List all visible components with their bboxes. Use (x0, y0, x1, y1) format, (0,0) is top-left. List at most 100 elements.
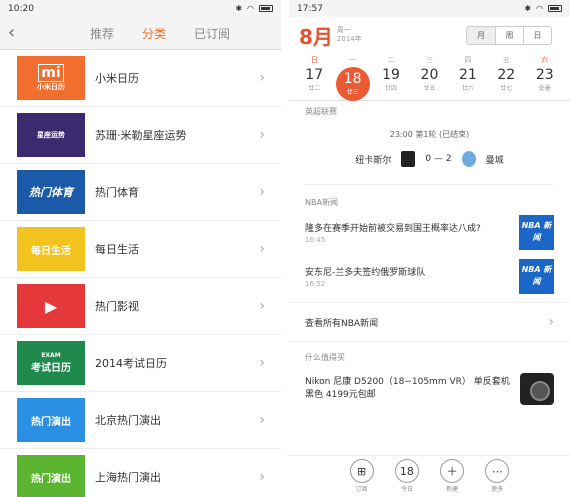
category-label: 每日生活 (95, 243, 139, 256)
view-month-button[interactable]: 月 (467, 27, 495, 44)
tab-recommend[interactable]: 推荐 (90, 25, 114, 42)
news-text: 安东尼-兰多夫签约俄罗斯球队 16:52 (305, 265, 519, 288)
date-day: 19 (382, 67, 400, 83)
thumb-text: 每日生活 (31, 245, 71, 257)
category-item[interactable]: mi 小米日历 小米日历 › (0, 50, 281, 107)
more-button[interactable]: ⋯ 更多 (483, 456, 511, 497)
date-cell[interactable]: 23 处暑 (528, 67, 562, 100)
weekday-label: 周一 (336, 26, 351, 34)
date-day: 17 (305, 67, 324, 83)
back-icon[interactable]: ‹ (8, 23, 28, 43)
thumb-text: 小米日历 (37, 83, 65, 91)
status-icons: ✱ ◠ (524, 4, 562, 13)
play-icon: ▶ (44, 296, 58, 316)
deal-text: Nikon 尼康 D5200（18−105mm VR） 单反套机 黑色 4199… (305, 377, 510, 400)
category-item[interactable]: 星座运势 苏珊·米勒星座运势 › (0, 107, 281, 164)
today-number: 18 (399, 464, 414, 478)
date-cell-today[interactable]: 18 廿三 (335, 67, 370, 101)
category-item[interactable]: 热门演出 上海热门演出 › (0, 449, 281, 497)
category-item[interactable]: ▶ 热门影视 › (0, 278, 281, 335)
status-time: 17:57 (297, 3, 323, 14)
chevron-right-icon: › (259, 355, 265, 371)
away-team: 曼城 (485, 155, 504, 166)
category-label: 热门体育 (95, 186, 139, 199)
weekday: 四 (464, 56, 472, 64)
date-cell[interactable]: 20 廿五 (412, 67, 446, 100)
match-score: 0 — 2 (425, 154, 452, 164)
status-bar: 10:20 ✱ ◠ (0, 0, 281, 17)
weekday: 五 (502, 56, 510, 64)
news-title: 隆多在赛季开始前被交易到国王概率达八成? (305, 223, 481, 234)
category-item[interactable]: 热门演出 北京热门演出 › (0, 392, 281, 449)
match-info: 23:00 第1轮 (已结束) (389, 130, 470, 139)
date-cell[interactable]: 21 廿六 (451, 67, 485, 100)
new-event-button[interactable]: ＋ 新建 (438, 456, 466, 497)
weekday: 二 (387, 56, 395, 64)
thumb-text: 热门体育 (29, 186, 73, 199)
bluetooth-icon: ✱ (524, 4, 532, 13)
lunar-date: 廿二 (308, 85, 321, 92)
category-thumb: ▶ (17, 284, 85, 328)
thumb-text: 热门演出 (31, 473, 71, 485)
tab-subscribed[interactable]: 已订阅 (194, 25, 230, 42)
thumb-text: 星座运势 (37, 131, 65, 139)
divider (305, 184, 554, 185)
lunar-date: 处暑 (538, 85, 551, 92)
category-thumb: 每日生活 (17, 227, 85, 271)
category-thumb: 星座运势 (17, 113, 85, 157)
category-item[interactable]: 热门体育 热门体育 › (0, 164, 281, 221)
category-item[interactable]: 每日生活 每日生活 › (0, 221, 281, 278)
category-item[interactable]: EXAM 考试日历 2014考试日历 › (0, 335, 281, 392)
news-item[interactable]: 隆多在赛季开始前被交易到国王概率达八成? 16:45 NBA 新闻 (289, 212, 570, 252)
category-label: 北京热门演出 (95, 414, 161, 427)
today-button[interactable]: 18 今日 (393, 456, 421, 497)
category-label: 2014考试日历 (95, 357, 167, 370)
chevron-right-icon: › (259, 412, 265, 428)
news-time: 16:52 (305, 279, 326, 288)
match-card[interactable]: 纽卡斯尔 0 — 2 曼城 (289, 148, 570, 170)
subscribe-button[interactable]: ⊞ 订阅 (348, 456, 376, 497)
tab-category[interactable]: 分类 (142, 25, 166, 42)
wifi-icon: ◠ (536, 4, 543, 13)
category-list: mi 小米日历 小米日历 › 星座运势 苏珊·米勒星座运势 › 热门体育 热门体… (0, 50, 281, 497)
nav-tabs: 推荐 分类 已订阅 (90, 25, 230, 42)
bluetooth-icon: ✱ (235, 4, 243, 13)
deal-item[interactable]: Nikon 尼康 D5200（18−105mm VR） 单反套机 黑色 4199… (289, 373, 570, 405)
date-day: 21 (458, 67, 477, 83)
category-label: 上海热门演出 (95, 471, 161, 484)
newcastle-crest-icon (401, 151, 416, 167)
view-day-button[interactable]: 日 (523, 27, 551, 44)
date-row: 17 廿二 18 廿三 19 廿四 20 廿五 21 廿六 22 廿七 23 处暑 (289, 67, 570, 101)
category-thumb: 热门体育 (17, 170, 85, 214)
today-icon: 18 (394, 459, 419, 483)
date-cell[interactable]: 17 廿二 (297, 67, 331, 100)
date-day: 23 (535, 67, 554, 83)
month-title: 8月 (299, 24, 333, 49)
category-label: 苏珊·米勒星座运势 (95, 129, 187, 142)
toolbar-label: 今日 (400, 486, 413, 493)
date-cell[interactable]: 19 廿四 (374, 67, 408, 100)
toolbar-label: 新建 (446, 486, 459, 493)
bottom-toolbar: ⊞ 订阅 18 今日 ＋ 新建 ⋯ 更多 (289, 455, 570, 497)
chevron-right-icon: › (548, 314, 554, 330)
nba-news-thumb: NBA 新闻 (519, 258, 554, 294)
home-team: 纽卡斯尔 (355, 155, 392, 166)
toolbar-label: 订阅 (355, 486, 368, 493)
lunar-date: 廿三 (346, 89, 359, 96)
weekday: 三 (425, 56, 433, 64)
nba-news-thumb: NBA 新闻 (519, 214, 554, 250)
date-cell[interactable]: 22 廿七 (489, 67, 523, 100)
weekday: 一 (349, 56, 357, 64)
nba-section-title: NBA新闻 (305, 198, 338, 207)
category-label: 热门影视 (95, 300, 139, 313)
news-item[interactable]: 安东尼-兰多夫签约俄罗斯球队 16:52 NBA 新闻 (289, 256, 570, 296)
year-label: 2014年 (336, 35, 362, 43)
view-week-button[interactable]: 周 (495, 27, 523, 44)
exam-logo-icon: EXAM (41, 352, 61, 359)
status-time: 10:20 (8, 3, 34, 14)
chevron-right-icon: › (259, 241, 265, 257)
date-day: 22 (497, 67, 516, 83)
more-news-link[interactable]: 查看所有NBA新闻 › (289, 302, 570, 342)
mi-logo-icon: mi (38, 64, 64, 82)
lunar-date: 廿五 (423, 85, 436, 92)
